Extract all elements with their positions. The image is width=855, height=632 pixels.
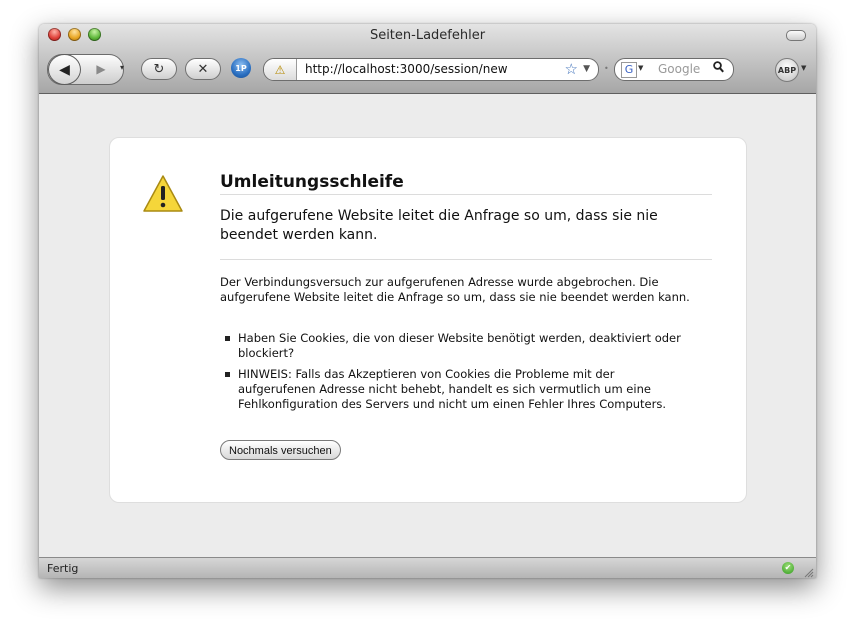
google-icon[interactable]: G: [621, 62, 637, 78]
stop-icon: ✕: [197, 61, 209, 77]
retry-button[interactable]: Nochmals versuchen: [220, 440, 341, 460]
list-item: Haben Sie Cookies, die von dieser Websit…: [220, 331, 690, 361]
bullet-icon: [225, 372, 230, 377]
search-field[interactable]: G ▼ Google: [614, 58, 734, 81]
toolbar-toggle-button[interactable]: [786, 30, 806, 41]
status-bar: Fertig ✔: [39, 557, 816, 578]
reload-button[interactable]: ↻: [141, 58, 177, 80]
adblock-icon: ABP: [777, 65, 797, 75]
stop-button[interactable]: ✕: [185, 58, 221, 80]
back-arrow-icon: ◀: [59, 61, 70, 78]
error-heading: Umleitungsschleife: [220, 172, 712, 195]
nav-buttons: ◀ ▶: [47, 54, 124, 85]
bullet-icon: [225, 336, 230, 341]
separator-dot: •: [604, 64, 609, 73]
page-content: Umleitungsschleife Die aufgerufene Websi…: [39, 94, 816, 557]
history-dropdown-icon[interactable]: ▾: [120, 63, 124, 72]
list-item-text: Haben Sie Cookies, die von dieser Websit…: [238, 331, 681, 360]
site-warning-button[interactable]: ⚠: [264, 59, 297, 80]
url-dropdown-icon[interactable]: ▼: [583, 64, 590, 74]
back-button[interactable]: ◀: [48, 54, 81, 85]
forward-arrow-icon: ▶: [96, 62, 106, 76]
search-engine-dropdown-icon[interactable]: ▼: [638, 64, 643, 72]
address-bar[interactable]: ⚠ http://localhost:3000/session/new ☆ ▼: [263, 58, 599, 81]
status-text: Fertig: [47, 562, 79, 575]
error-card: Umleitungsschleife Die aufgerufene Websi…: [109, 137, 747, 503]
toolbar: Seiten-Ladefehler ◀ ▶ ▾ ↻ ✕ 1P ⚠ http://…: [39, 24, 816, 94]
window-title: Seiten-Ladefehler: [369, 28, 486, 43]
error-description: Der Verbindungsversuch zur aufgerufenen …: [220, 275, 690, 304]
divider: [220, 259, 712, 260]
onepassword-icon: 1P: [235, 63, 247, 73]
reload-icon: ↻: [153, 61, 165, 77]
adblock-plus-button[interactable]: ABP: [775, 58, 799, 82]
onepassword-button[interactable]: 1P: [231, 58, 251, 78]
search-icon[interactable]: [713, 61, 724, 76]
list-item-text: HINWEIS: Falls das Akzeptieren von Cooki…: [238, 367, 667, 411]
warning-icon: ⚠: [274, 62, 286, 77]
error-subheading: Die aufgerufene Website leitet die Anfra…: [220, 208, 658, 243]
adblock-dropdown-icon[interactable]: ▼: [801, 64, 806, 72]
url-text[interactable]: http://localhost:3000/session/new: [305, 62, 508, 76]
secure-check-icon: ✔: [782, 562, 794, 574]
bookmark-star-icon[interactable]: ☆: [565, 60, 578, 78]
forward-button[interactable]: ▶: [88, 58, 114, 80]
browser-window: Seiten-Ladefehler ◀ ▶ ▾ ↻ ✕ 1P ⚠ http://…: [39, 24, 816, 578]
resize-grip-icon[interactable]: [804, 568, 814, 578]
hint-list: Haben Sie Cookies, die von dieser Websit…: [220, 331, 690, 418]
warning-icon: [143, 175, 183, 212]
search-placeholder[interactable]: Google: [658, 62, 700, 76]
list-item: HINWEIS: Falls das Akzeptieren von Cooki…: [220, 367, 690, 412]
